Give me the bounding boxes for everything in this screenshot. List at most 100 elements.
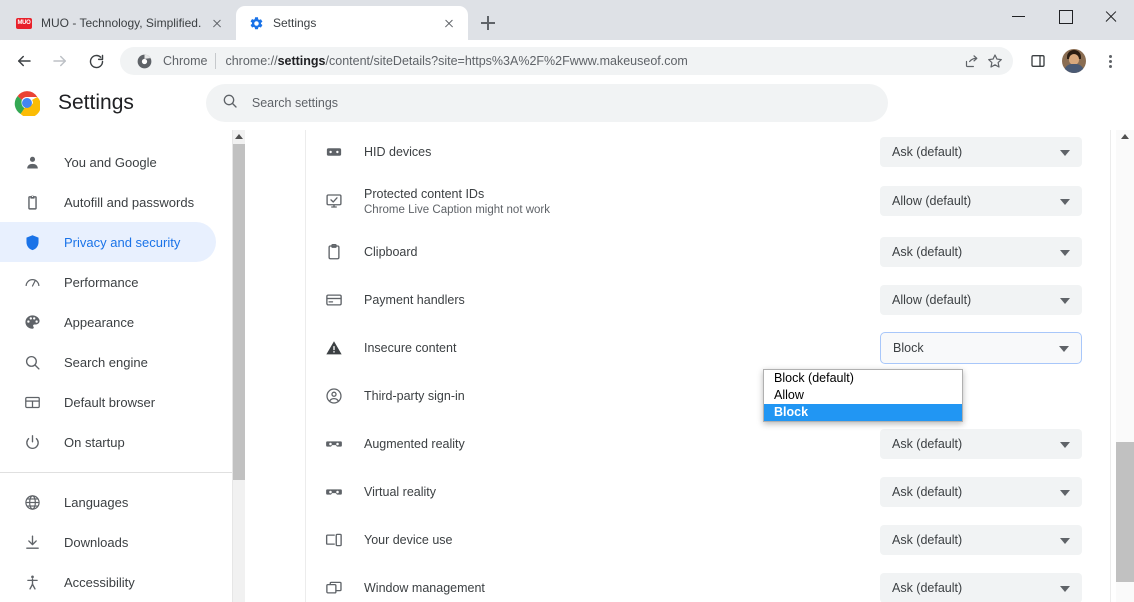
tab-settings[interactable]: Settings	[236, 6, 468, 40]
chevron-down-icon	[1060, 490, 1070, 496]
sidebar-item-languages[interactable]: Languages	[0, 482, 216, 522]
sidebar-item-label: Appearance	[64, 315, 134, 330]
settings-body: You and Google Autofill and passwords Pr…	[0, 130, 1134, 602]
power-icon	[22, 432, 42, 452]
window-management-icon	[324, 578, 344, 598]
browser-window-icon	[22, 392, 42, 412]
permission-name: Augmented reality	[364, 437, 880, 451]
permission-name: Window management	[364, 581, 880, 595]
permission-value: Ask (default)	[892, 533, 962, 547]
scroll-up-arrow-icon[interactable]	[233, 130, 245, 142]
sidebar-item-accessibility[interactable]: Accessibility	[0, 562, 216, 602]
new-tab-button[interactable]	[474, 9, 502, 37]
warning-triangle-icon	[324, 338, 344, 358]
permission-name: Protected content IDs	[364, 187, 880, 201]
permission-select-clipboard[interactable]: Ask (default)	[880, 237, 1082, 267]
hid-gamepad-icon	[324, 142, 344, 162]
permission-row-payment-handlers: Payment handlers Allow (default)	[306, 276, 1110, 324]
tab-close-icon[interactable]	[208, 14, 226, 32]
sidebar-item-label: On startup	[64, 435, 125, 450]
chevron-down-icon	[1059, 346, 1069, 352]
chrome-page-icon	[132, 49, 156, 73]
address-bar[interactable]: Chrome chrome://settings/content/siteDet…	[120, 47, 1013, 75]
person-icon	[22, 152, 42, 172]
sidebar-item-default-browser[interactable]: Default browser	[0, 382, 216, 422]
chevron-down-icon	[1060, 250, 1070, 256]
tab-muo[interactable]: MUO MUO - Technology, Simplified.	[4, 6, 236, 40]
palette-icon	[22, 312, 42, 332]
sidebar-item-you-and-google[interactable]: You and Google	[0, 142, 216, 182]
speedometer-icon	[22, 272, 42, 292]
chrome-logo-icon	[14, 90, 40, 116]
permission-row-clipboard: Clipboard Ask (default)	[306, 228, 1110, 276]
permission-labels: Your device use	[364, 533, 880, 547]
permission-row-protected-content-ids: Protected content IDs Chrome Live Captio…	[306, 174, 1110, 228]
search-icon	[22, 352, 42, 372]
muo-favicon: MUO	[16, 15, 32, 31]
sidebar-item-label: Languages	[64, 495, 128, 510]
permission-labels: Payment handlers	[364, 293, 880, 307]
share-icon[interactable]	[959, 49, 983, 73]
search-input[interactable]: Search settings	[206, 84, 888, 122]
dropdown-option-allow[interactable]: Allow	[764, 387, 962, 404]
permission-value: Ask (default)	[892, 437, 962, 451]
maximize-button[interactable]	[1042, 0, 1088, 32]
permission-labels: Virtual reality	[364, 485, 880, 499]
chevron-down-icon	[1060, 150, 1070, 156]
sidebar-item-appearance[interactable]: Appearance	[0, 302, 216, 342]
scroll-up-arrow-icon[interactable]	[1116, 130, 1134, 142]
sidebar-item-privacy-and-security[interactable]: Privacy and security	[0, 222, 216, 262]
shield-icon	[22, 232, 42, 252]
reload-button[interactable]	[81, 46, 111, 76]
profile-avatar[interactable]	[1059, 46, 1089, 76]
tab-close-icon[interactable]	[440, 14, 458, 32]
permission-select-virtual-reality[interactable]: Ask (default)	[880, 477, 1082, 507]
sidebar-item-label: Search engine	[64, 355, 148, 370]
omnibox-separator	[215, 53, 216, 69]
sidebar-item-downloads[interactable]: Downloads	[0, 522, 216, 562]
permission-value: Allow (default)	[892, 293, 971, 307]
close-window-button[interactable]	[1088, 0, 1134, 32]
site-permissions-card: HID devices Ask (default) Protected cont…	[305, 130, 1111, 602]
scrollbar-thumb[interactable]	[233, 144, 245, 480]
permission-select-insecure-content[interactable]: Block	[880, 332, 1082, 364]
sidebar-item-search-engine[interactable]: Search engine	[0, 342, 216, 382]
back-button[interactable]	[9, 46, 39, 76]
permission-value: Ask (default)	[892, 145, 962, 159]
permission-select-protected-content-ids[interactable]: Allow (default)	[880, 186, 1082, 216]
permission-labels: Window management	[364, 581, 880, 595]
url-suffix: /content/siteDetails?site=https%3A%2F%2F…	[326, 54, 688, 68]
permission-value: Allow (default)	[892, 194, 971, 208]
permission-select-hid-devices[interactable]: Ask (default)	[880, 137, 1082, 167]
account-circle-icon	[324, 386, 344, 406]
sidebar-divider	[0, 472, 232, 473]
forward-button[interactable]	[45, 46, 75, 76]
dropdown-option-block-default[interactable]: Block (default)	[764, 370, 962, 387]
protected-content-icon	[324, 191, 344, 211]
insecure-content-dropdown[interactable]: Block (default) Allow Block	[763, 369, 963, 422]
permission-select-payment-handlers[interactable]: Allow (default)	[880, 285, 1082, 315]
sidebar-item-autofill-and-passwords[interactable]: Autofill and passwords	[0, 182, 216, 222]
sidebar-item-performance[interactable]: Performance	[0, 262, 216, 302]
bookmark-star-icon[interactable]	[983, 49, 1007, 73]
dropdown-option-block[interactable]: Block	[764, 404, 962, 421]
minimize-button[interactable]	[996, 0, 1042, 32]
omnibox-chrome-label: Chrome	[163, 54, 207, 68]
side-panel-icon[interactable]	[1023, 46, 1053, 76]
window-controls	[996, 0, 1134, 32]
credit-card-icon	[324, 290, 344, 310]
sidebar-item-label: Default browser	[64, 395, 155, 410]
sidebar-item-on-startup[interactable]: On startup	[0, 422, 216, 462]
page-scrollbar[interactable]	[1116, 130, 1134, 602]
sidebar-scrollbar[interactable]	[232, 130, 245, 602]
permission-select-window-management[interactable]: Ask (default)	[880, 573, 1082, 602]
permission-select-your-device-use[interactable]: Ask (default)	[880, 525, 1082, 555]
permission-select-augmented-reality[interactable]: Ask (default)	[880, 429, 1082, 459]
permission-labels: HID devices	[364, 145, 880, 159]
scrollbar-thumb[interactable]	[1116, 442, 1134, 582]
chevron-down-icon	[1060, 199, 1070, 205]
globe-icon	[22, 492, 42, 512]
chrome-menu-button[interactable]	[1095, 46, 1125, 76]
permission-name: HID devices	[364, 145, 880, 159]
search-icon	[222, 93, 238, 114]
